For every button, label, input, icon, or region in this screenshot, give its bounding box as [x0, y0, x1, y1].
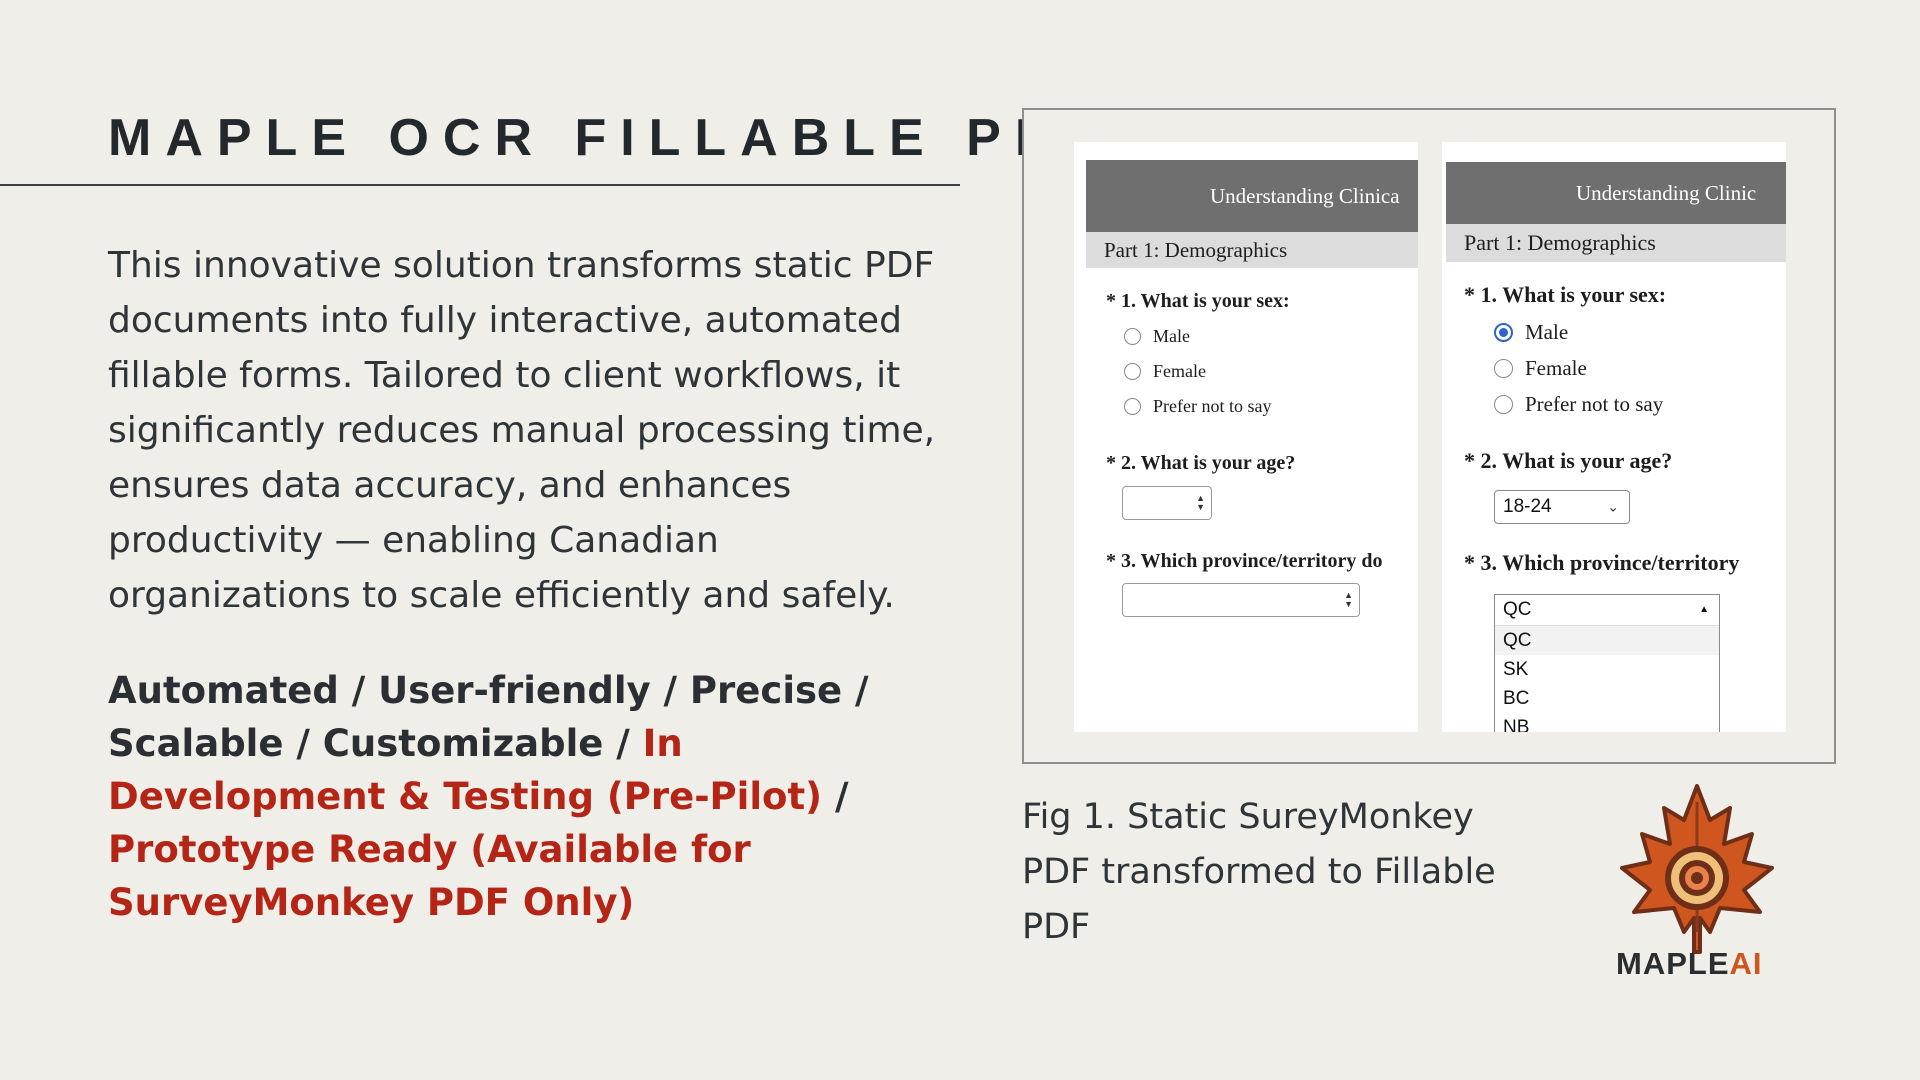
radio-option-prefer-not: Prefer not to say	[1124, 396, 1271, 417]
radio-option-male[interactable]: Male	[1494, 320, 1568, 345]
logo-text-accent: AI	[1729, 946, 1763, 981]
static-form-screenshot: Understanding Clinica Part 1: Demographi…	[1074, 142, 1418, 732]
radio-label: Male	[1525, 320, 1569, 344]
question-1: * 1. What is your sex:	[1106, 290, 1290, 312]
fillable-form-screenshot: Understanding Clinic Part 1: Demographic…	[1442, 142, 1786, 732]
title-divider	[0, 184, 960, 186]
dropdown-option[interactable]: QC	[1495, 626, 1719, 655]
province-dropdown[interactable]: QC ▲ QC SK BC NB	[1494, 594, 1720, 732]
radio-button[interactable]	[1494, 395, 1513, 414]
province-select-value[interactable]: QC ▲	[1495, 595, 1719, 626]
radio-label: Prefer not to say	[1153, 396, 1272, 416]
dropdown-option[interactable]: NB	[1495, 713, 1719, 732]
age-select[interactable]: 18-24 ⌄	[1494, 490, 1630, 524]
page-title: MAPLE OCR FILLABLE PDF	[108, 109, 1113, 167]
radio-button[interactable]	[1494, 359, 1513, 378]
question-3: * 3. Which province/territory do	[1106, 550, 1383, 572]
radio-button	[1124, 398, 1141, 415]
question-2: * 2. What is your age?	[1464, 448, 1673, 473]
figure-caption: Fig 1. Static SureyMonkey PDF transforme…	[1022, 797, 1496, 947]
figure-screenshot: Understanding Clinica Part 1: Demographi…	[1022, 108, 1836, 764]
form-part-bar: Part 1: Demographics	[1086, 232, 1418, 268]
selected-province: QC	[1503, 599, 1532, 620]
features-separator: /	[834, 775, 849, 818]
radio-label: Prefer not to say	[1525, 392, 1664, 416]
radio-option-prefer-not[interactable]: Prefer not to say	[1494, 392, 1663, 417]
radio-button	[1124, 363, 1141, 380]
age-select-value: 18-24	[1503, 496, 1552, 517]
select-arrows-icon: ▲ ▼	[1196, 493, 1205, 512]
radio-label: Female	[1525, 356, 1587, 380]
chevron-down-icon: ⌄	[1607, 498, 1619, 515]
radio-button	[1124, 328, 1141, 345]
question-2: * 2. What is your age?	[1106, 452, 1296, 474]
features-normal: Automated / User-friendly / Precise / Sc…	[108, 669, 869, 765]
age-select-static: ▲ ▼	[1122, 486, 1212, 520]
radio-option-male: Male	[1124, 326, 1190, 347]
logo-text-main: MAPLE	[1616, 946, 1730, 981]
features-list: Automated / User-friendly / Precise / Sc…	[108, 664, 958, 929]
province-select-static: ▲ ▼	[1122, 583, 1360, 617]
radio-label: Male	[1153, 326, 1190, 346]
form-header: Understanding Clinica	[1086, 160, 1418, 232]
caret-up-icon: ▲	[1699, 604, 1709, 615]
radio-label: Female	[1153, 361, 1206, 381]
question-3: * 3. Which province/territory	[1464, 550, 1740, 575]
question-1: * 1. What is your sex:	[1464, 282, 1667, 307]
dropdown-option[interactable]: SK	[1495, 655, 1719, 684]
dropdown-option[interactable]: BC	[1495, 684, 1719, 713]
form-part-bar: Part 1: Demographics	[1446, 224, 1786, 262]
form-header: Understanding Clinic	[1446, 162, 1786, 224]
radio-option-female: Female	[1124, 361, 1206, 382]
logo-wordmark: MAPLEAI	[1616, 946, 1763, 982]
radio-button-checked[interactable]	[1494, 323, 1513, 342]
radio-option-female[interactable]: Female	[1494, 356, 1587, 381]
description-paragraph: This innovative solution transforms stat…	[108, 245, 936, 616]
select-arrows-icon: ▲ ▼	[1344, 590, 1353, 609]
status-prototype-ready: Prototype Ready (Available for SurveyMon…	[108, 828, 751, 924]
